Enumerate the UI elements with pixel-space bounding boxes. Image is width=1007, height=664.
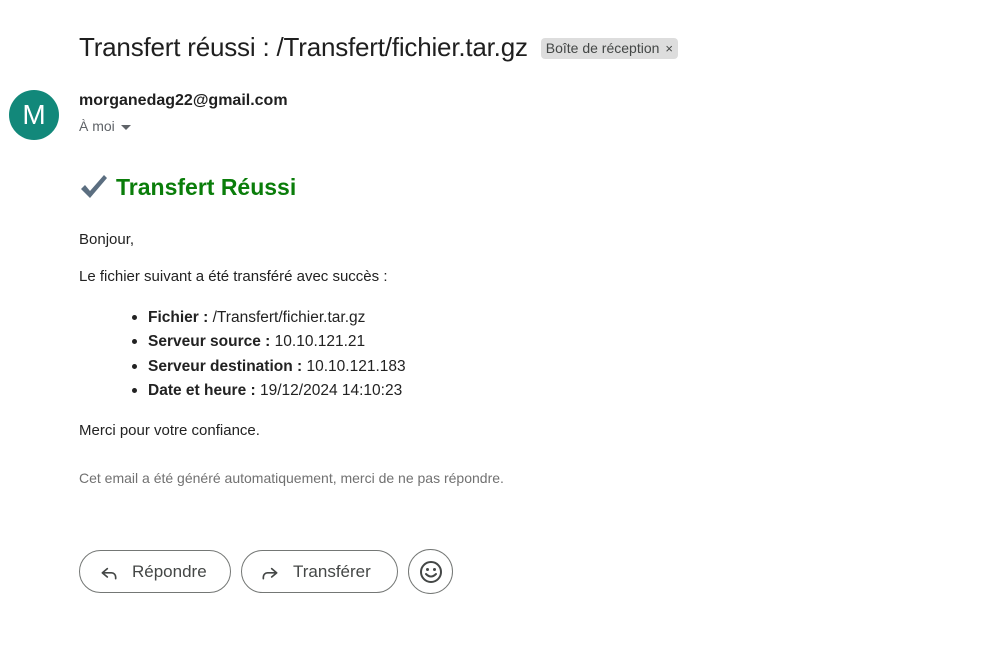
detail-label: Date et heure :: [148, 381, 256, 399]
forward-label: Transférer: [293, 561, 371, 581]
message-headline: Transfert Réussi: [79, 172, 296, 202]
smiley-icon: [419, 560, 442, 583]
reply-arrow-icon: [101, 567, 117, 579]
detail-value: 10.10.121.183: [306, 357, 406, 375]
detail-label: Serveur source :: [148, 333, 271, 351]
list-item: Fichier : /Transfert/fichier.tar.gz: [132, 307, 406, 331]
detail-value: /Transfert/fichier.tar.gz: [212, 309, 366, 326]
forward-arrow-icon: [262, 567, 278, 579]
check-mark-icon: [81, 175, 107, 198]
detail-label: Serveur destination :: [148, 357, 303, 375]
headline-text: Transfert Réussi: [116, 173, 297, 200]
detail-value: 10.10.121.21: [274, 333, 366, 351]
thanks-text: Merci pour votre confiance.: [79, 422, 260, 439]
recipient-label: À moi: [79, 118, 115, 134]
intro-text: Le fichier suivant a été transféré avec …: [79, 268, 388, 285]
greeting: Bonjour,: [79, 231, 135, 248]
label-remove-icon[interactable]: ×: [665, 41, 673, 56]
email-subject: Transfert réussi : /Transfert/fichier.ta…: [79, 32, 528, 62]
detail-label: Fichier :: [148, 309, 209, 326]
list-item: Serveur source : 10.10.121.21: [132, 331, 406, 355]
sender-avatar[interactable]: M: [9, 90, 59, 140]
transfer-details-list: Fichier : /Transfert/fichier.tar.gz Serv…: [132, 307, 406, 404]
list-item: Date et heure : 19/12/2024 14:10:23: [132, 380, 406, 404]
reply-label: Répondre: [132, 561, 207, 581]
reply-button[interactable]: Répondre: [79, 550, 231, 593]
recipient-details-toggle[interactable]: À moi: [79, 118, 131, 134]
auto-generated-note: Cet email a été généré automatiquement, …: [79, 470, 504, 486]
list-item: Serveur destination : 10.10.121.183: [132, 356, 406, 380]
avatar-initial: M: [22, 99, 46, 130]
emoji-reaction-button[interactable]: [408, 549, 453, 594]
subject-row: Transfert réussi : /Transfert/fichier.ta…: [79, 32, 678, 63]
label-chip-text: Boîte de réception: [545, 40, 660, 56]
label-chip-inbox[interactable]: Boîte de réception ×: [540, 38, 678, 59]
detail-value: 19/12/2024 14:10:23: [259, 381, 403, 399]
chevron-down-icon: [120, 124, 131, 130]
sender-address[interactable]: morganedag22@gmail.com: [79, 92, 288, 110]
forward-button[interactable]: Transférer: [241, 550, 398, 593]
